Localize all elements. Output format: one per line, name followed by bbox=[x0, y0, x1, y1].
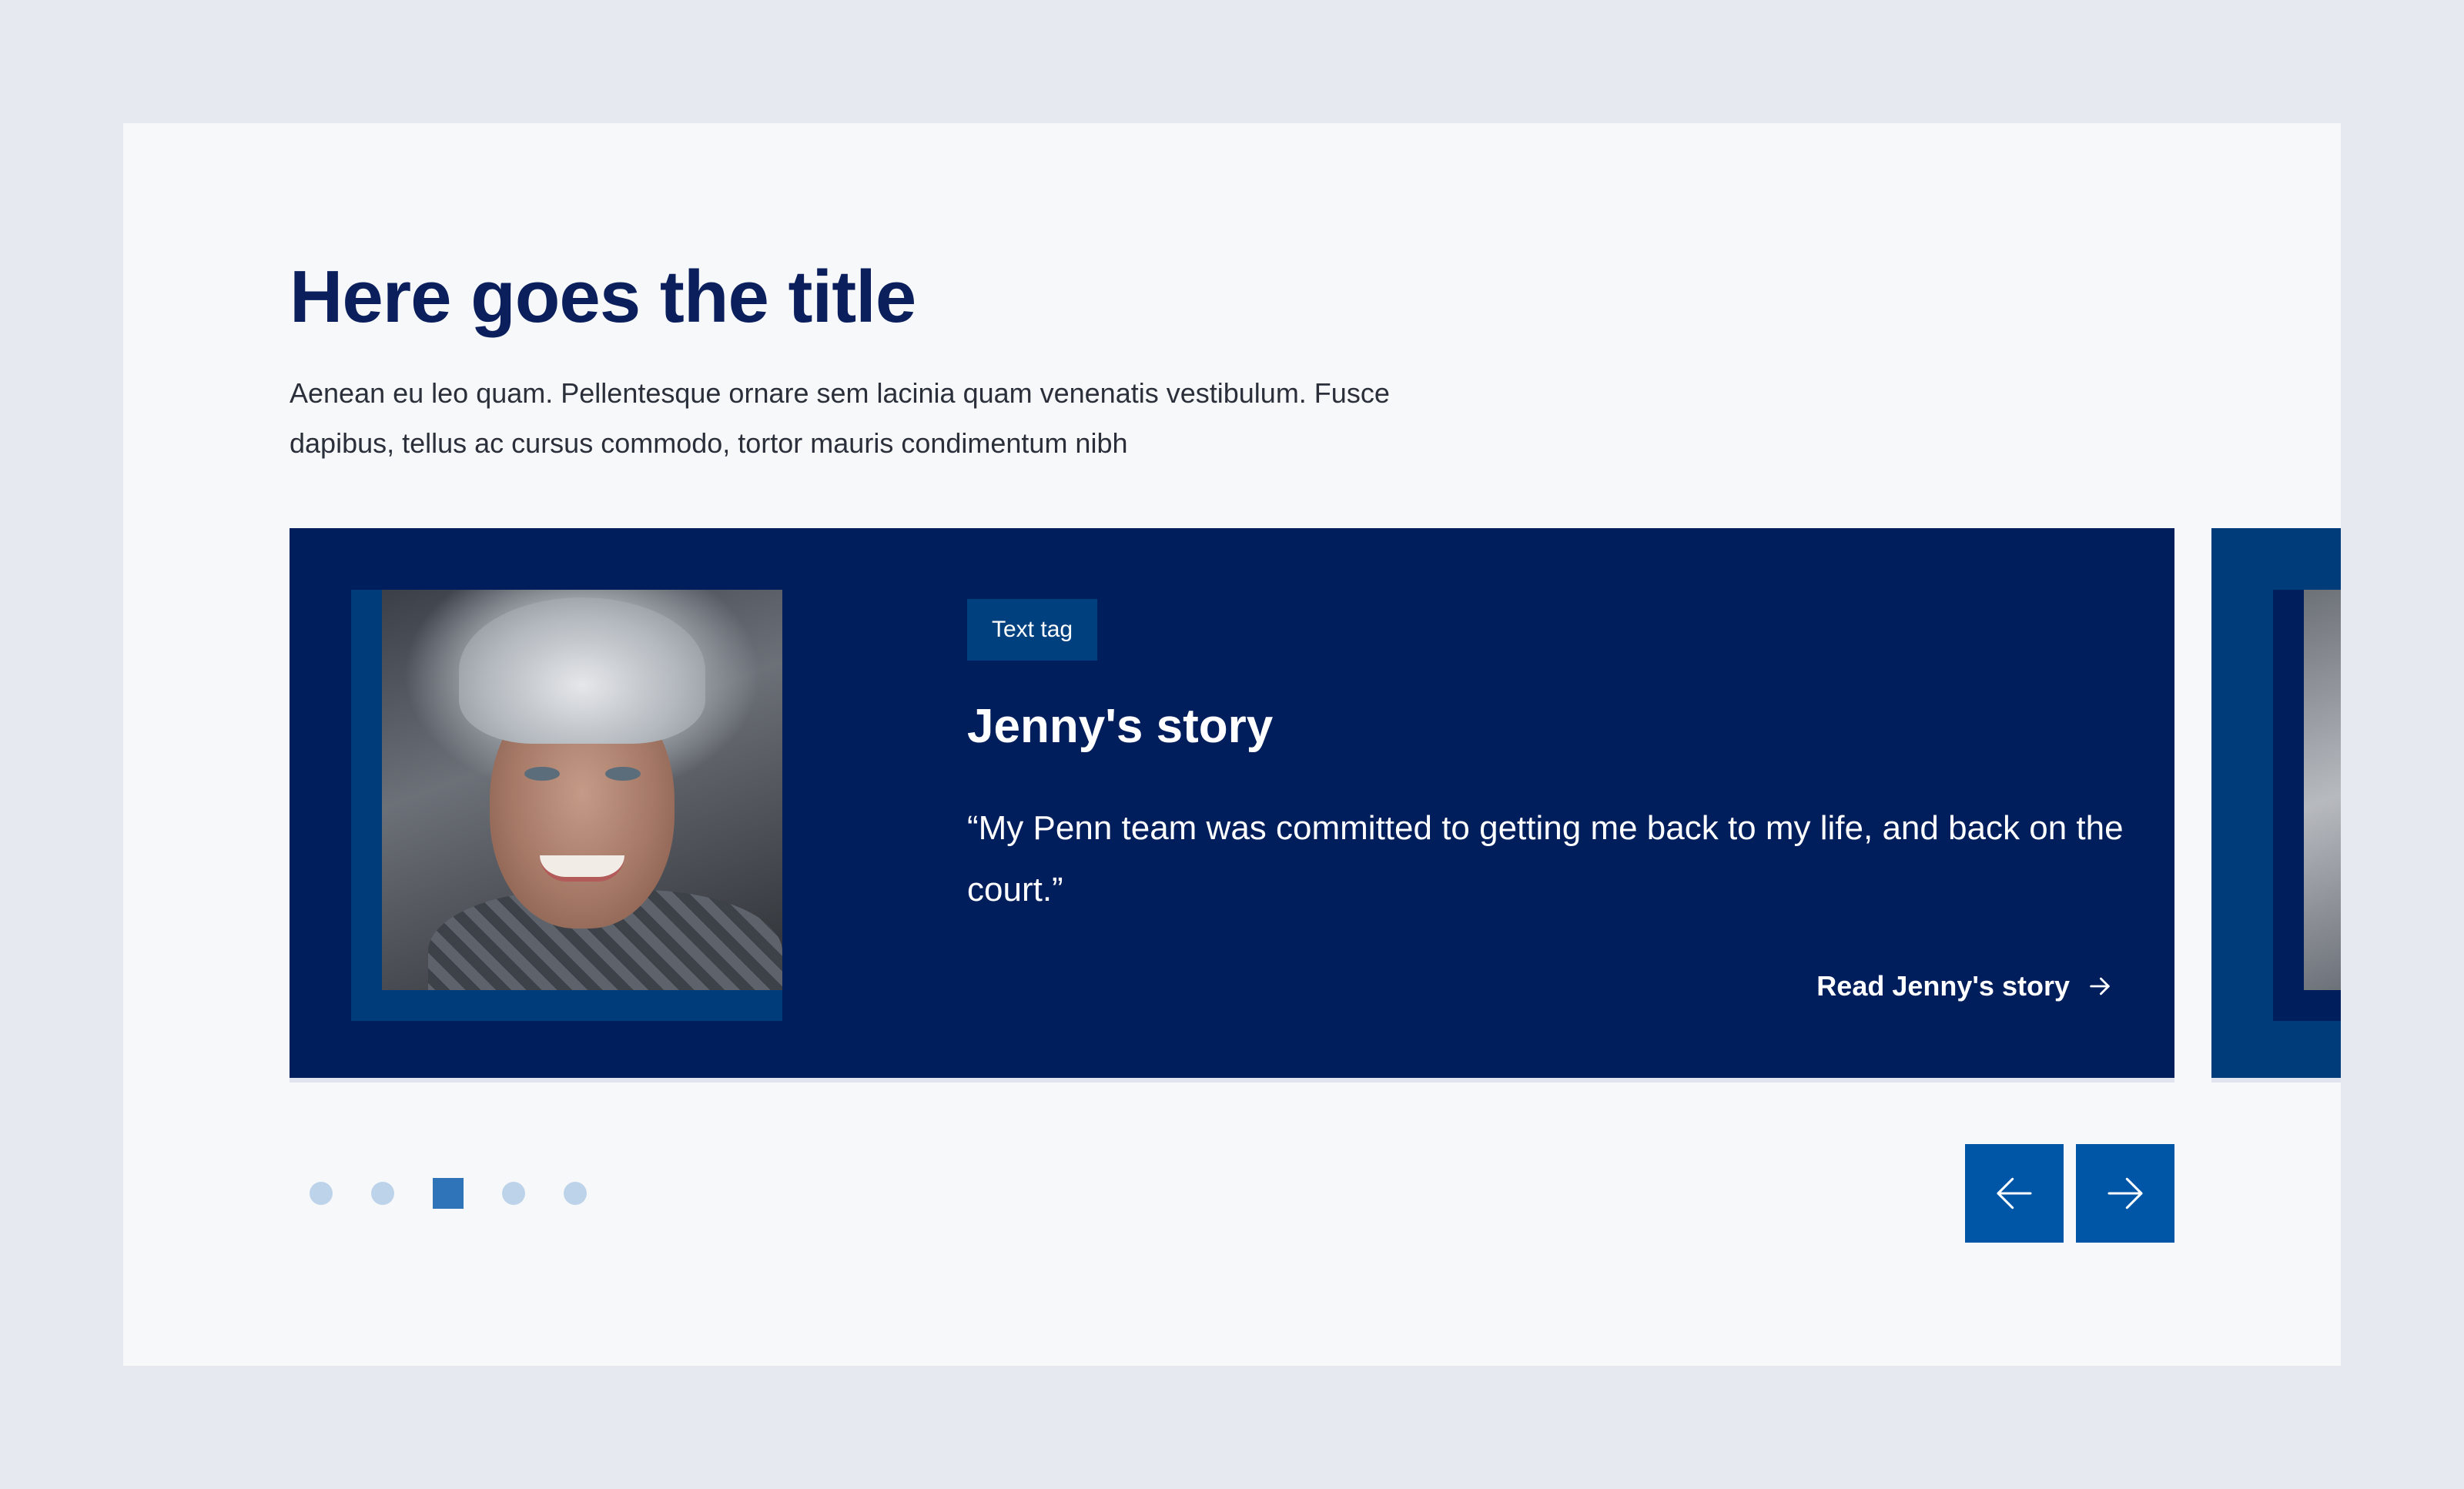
arrow-right-icon bbox=[2107, 1177, 2143, 1210]
read-story-link[interactable]: Read Jenny's story bbox=[1816, 970, 2113, 1002]
pagination-dot-3-active[interactable] bbox=[433, 1178, 464, 1209]
next-portrait-photo bbox=[2304, 590, 2341, 990]
text-tag: Text tag bbox=[967, 599, 1098, 661]
carousel-pagination bbox=[310, 1178, 625, 1209]
next-story-card-peek[interactable] bbox=[2211, 528, 2341, 1082]
pagination-dot-2[interactable] bbox=[371, 1182, 394, 1205]
story-quote: “My Penn team was committed to getting m… bbox=[967, 809, 2124, 908]
pagination-dot-1[interactable] bbox=[310, 1182, 333, 1205]
read-story-label: Read Jenny's story bbox=[1816, 970, 2070, 1002]
previous-slide-button[interactable] bbox=[1965, 1144, 2064, 1243]
testimonial-section: Here goes the title Aenean eu leo quam. … bbox=[123, 123, 2341, 1366]
next-slide-button[interactable] bbox=[2076, 1144, 2174, 1243]
section-description: Aenean eu leo quam. Pellentesque ornare … bbox=[290, 377, 1390, 459]
pagination-dot-4[interactable] bbox=[502, 1182, 525, 1205]
section-title: Here goes the title bbox=[290, 256, 916, 338]
portrait-photo bbox=[382, 590, 782, 990]
story-card: Text tag Jenny's story “My Penn team was… bbox=[290, 528, 2174, 1082]
arrow-left-icon bbox=[1997, 1177, 2032, 1210]
story-title: Jenny's story bbox=[967, 700, 1274, 753]
pagination-dot-5[interactable] bbox=[564, 1182, 587, 1205]
arrow-right-icon bbox=[2090, 977, 2110, 995]
